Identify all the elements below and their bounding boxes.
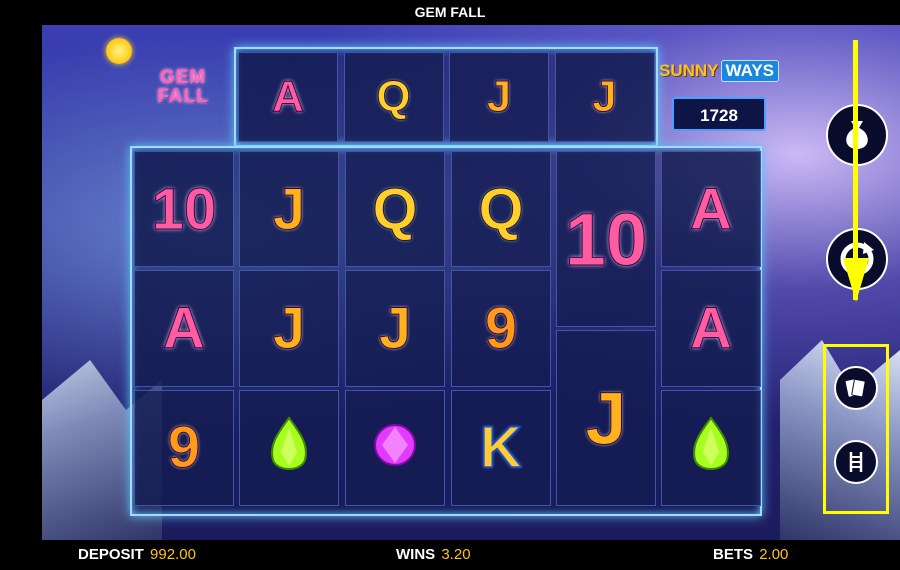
window-title: GEM FALL	[0, 0, 900, 25]
symbol: A	[272, 72, 305, 122]
reel-cell: A	[661, 270, 761, 387]
bets-value: 2.00	[759, 546, 789, 563]
symbol: Q	[372, 176, 418, 242]
sun-logo-icon	[106, 38, 132, 64]
pink-gem-icon	[373, 416, 417, 479]
reel-cell: 10	[134, 151, 234, 268]
reel-cell: A	[661, 151, 761, 268]
reel-cell: 9	[451, 270, 551, 387]
game-logo: GEM FALL	[157, 67, 209, 107]
symbol: J	[585, 376, 627, 460]
symbol: J	[378, 295, 412, 361]
top-reel-cell: J	[554, 52, 655, 142]
annotation-arrow-head	[843, 258, 869, 302]
reel-cell: J	[556, 330, 656, 506]
symbol: A	[690, 295, 733, 361]
green-gem-icon	[267, 416, 311, 479]
highlight-box	[823, 344, 889, 514]
top-reel-cell: J	[449, 52, 549, 142]
sunny-ways-badge: SUNNY WAYS	[659, 58, 780, 84]
reel-cell: J	[239, 151, 339, 268]
top-reel-cell: Q	[343, 52, 444, 142]
wins-readout: WINS 3.20	[396, 540, 471, 570]
brand-sunny: SUNNY	[659, 61, 719, 80]
symbol: K	[479, 415, 522, 482]
reel-cell: 10	[556, 151, 656, 327]
symbol: 9	[484, 295, 518, 361]
ways-counter: 1728	[672, 97, 766, 131]
symbol: J	[272, 176, 306, 242]
reel-cell: J	[239, 270, 339, 387]
wins-value: 3.20	[441, 546, 471, 563]
top-reel-cell: A	[238, 52, 338, 142]
brand-ways: WAYS	[720, 60, 780, 82]
reel-cell	[661, 389, 761, 506]
bets-label: BETS	[713, 546, 754, 563]
reel-cell	[345, 389, 445, 506]
reel-cell: K	[451, 389, 551, 506]
symbol: J	[592, 72, 618, 122]
symbol: 10	[564, 197, 648, 281]
symbol: Q	[376, 72, 411, 122]
reel-cell: J	[345, 270, 445, 387]
symbol: A	[690, 176, 733, 242]
symbol: 9	[167, 415, 201, 481]
deposit-value: 992.00	[150, 546, 196, 563]
symbol: 10	[151, 176, 217, 242]
symbol: J	[272, 295, 306, 361]
bets-readout: BETS 2.00	[713, 540, 788, 570]
green-gem-icon	[689, 416, 733, 479]
symbol: A	[163, 295, 206, 361]
reel-cell: A	[134, 270, 234, 387]
deposit-label: DEPOSIT	[78, 546, 144, 563]
reel-cell: 9	[134, 389, 234, 506]
wins-label: WINS	[396, 546, 436, 563]
symbol: Q	[478, 176, 524, 242]
symbol: J	[486, 72, 512, 122]
reel-cell: Q	[451, 151, 551, 268]
status-bar: DEPOSIT 992.00 WINS 3.20 BETS 2.00	[0, 540, 900, 570]
deposit-readout: DEPOSIT 992.00	[78, 540, 196, 570]
reel-cell: Q	[345, 151, 445, 268]
reel-cell	[239, 389, 339, 506]
